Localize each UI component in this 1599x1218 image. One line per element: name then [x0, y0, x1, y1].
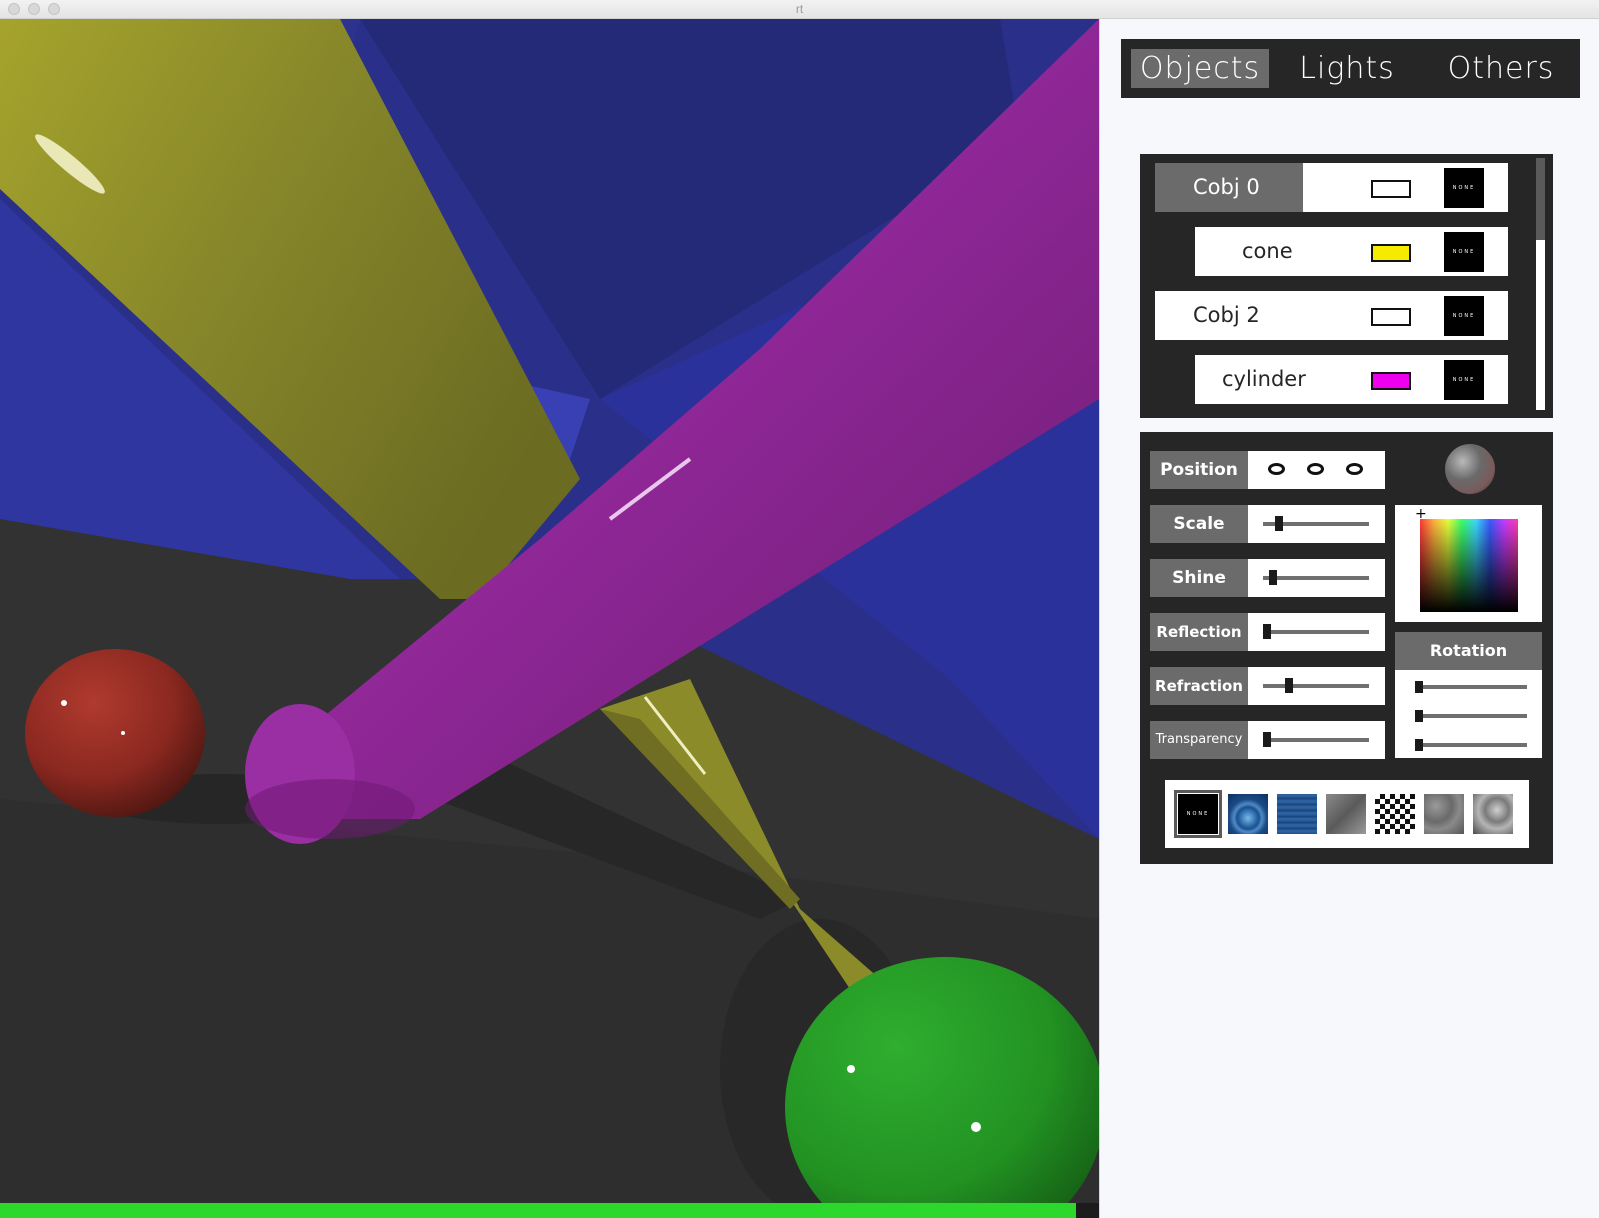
shine-label: Shine: [1150, 559, 1248, 597]
properties-panel: Objects Lights Others Cobj 0 NONE cone N…: [1099, 19, 1599, 1218]
object-color-swatch[interactable]: [1371, 372, 1411, 390]
object-list-scrollbar-thumb[interactable]: [1536, 158, 1545, 240]
slider-handle[interactable]: [1263, 624, 1271, 639]
texture-noise[interactable]: [1424, 794, 1464, 834]
tab-bar: Objects Lights Others: [1121, 39, 1580, 98]
object-color-swatch[interactable]: [1371, 308, 1411, 326]
object-color-swatch[interactable]: [1371, 244, 1411, 262]
tab-lights[interactable]: Lights: [1283, 49, 1411, 88]
rotation-y-handle[interactable]: [1415, 710, 1423, 722]
refraction-label: Refraction: [1150, 667, 1248, 705]
object-name: Cobj 2: [1193, 303, 1260, 327]
object-row-cobj-0[interactable]: Cobj 0 NONE: [1155, 163, 1508, 212]
eye-icon[interactable]: [1307, 463, 1324, 475]
tab-objects[interactable]: Objects: [1131, 49, 1269, 88]
rotation-x-track[interactable]: [1415, 685, 1527, 689]
slider-handle[interactable]: [1274, 516, 1283, 531]
object-texture-thumbnail[interactable]: NONE: [1444, 360, 1484, 400]
object-list: Cobj 0 NONE cone NONE Cobj 2 NONE cylind…: [1140, 154, 1553, 418]
render-viewport[interactable]: [0, 19, 1099, 1218]
window-title-bar: rt: [0, 0, 1599, 19]
color-spectrum[interactable]: [1420, 519, 1518, 612]
scale-slider[interactable]: [1248, 505, 1385, 543]
rotation-z-track[interactable]: [1415, 743, 1527, 747]
reflection-label: Reflection: [1150, 613, 1248, 651]
object-name: Cobj 0: [1193, 175, 1260, 199]
object-name: cylinder: [1222, 367, 1306, 391]
rendered-scene: [0, 19, 1099, 1218]
color-picker[interactable]: +: [1395, 505, 1542, 622]
slider-handle[interactable]: [1284, 678, 1293, 693]
position-control[interactable]: [1248, 451, 1385, 489]
object-texture-thumbnail[interactable]: NONE: [1444, 296, 1484, 336]
rotation-controls: [1395, 670, 1542, 758]
rotation-z-handle[interactable]: [1415, 739, 1423, 751]
rotation-x-handle[interactable]: [1415, 681, 1423, 693]
texture-none[interactable]: NONE: [1174, 790, 1222, 838]
slider-track[interactable]: [1263, 630, 1369, 634]
render-progress-bar: [0, 1203, 1076, 1218]
object-color-swatch[interactable]: [1371, 180, 1411, 198]
object-properties: Position Scale Shine Reflection Refracti…: [1140, 432, 1553, 864]
render-progress-track: [0, 1203, 1099, 1218]
rotation-label: Rotation: [1395, 632, 1542, 670]
texture-water[interactable]: [1277, 794, 1317, 834]
object-texture-thumbnail[interactable]: NONE: [1444, 168, 1484, 208]
slider-handle[interactable]: [1263, 732, 1271, 747]
transparency-label: Transparency: [1150, 721, 1248, 759]
slider-track[interactable]: [1263, 738, 1369, 742]
slider-handle[interactable]: [1268, 570, 1277, 585]
texture-checker[interactable]: [1375, 794, 1415, 834]
refraction-slider[interactable]: [1248, 667, 1385, 705]
slider-track[interactable]: [1263, 576, 1369, 580]
position-label: Position: [1150, 451, 1248, 489]
eye-icon[interactable]: [1346, 463, 1363, 475]
shine-slider[interactable]: [1248, 559, 1385, 597]
object-row-cylinder[interactable]: cylinder NONE: [1195, 355, 1508, 404]
object-row-cone[interactable]: cone NONE: [1195, 227, 1508, 276]
object-name: cone: [1242, 239, 1293, 263]
texture-picker: NONE: [1165, 780, 1529, 848]
transparency-slider[interactable]: [1248, 721, 1385, 759]
texture-ripple[interactable]: [1228, 794, 1268, 834]
texture-metal[interactable]: [1326, 794, 1366, 834]
object-row-cobj-2[interactable]: Cobj 2 NONE: [1155, 291, 1508, 340]
rotation-y-track[interactable]: [1415, 714, 1527, 718]
material-preview-sphere: [1445, 444, 1495, 494]
eye-icon[interactable]: [1268, 463, 1285, 475]
scale-label: Scale: [1150, 505, 1248, 543]
tab-others[interactable]: Others: [1431, 49, 1571, 88]
slider-track[interactable]: [1263, 684, 1369, 688]
texture-marble[interactable]: [1473, 794, 1513, 834]
window-title: rt: [795, 2, 804, 16]
reflection-slider[interactable]: [1248, 613, 1385, 651]
object-texture-thumbnail[interactable]: NONE: [1444, 232, 1484, 272]
